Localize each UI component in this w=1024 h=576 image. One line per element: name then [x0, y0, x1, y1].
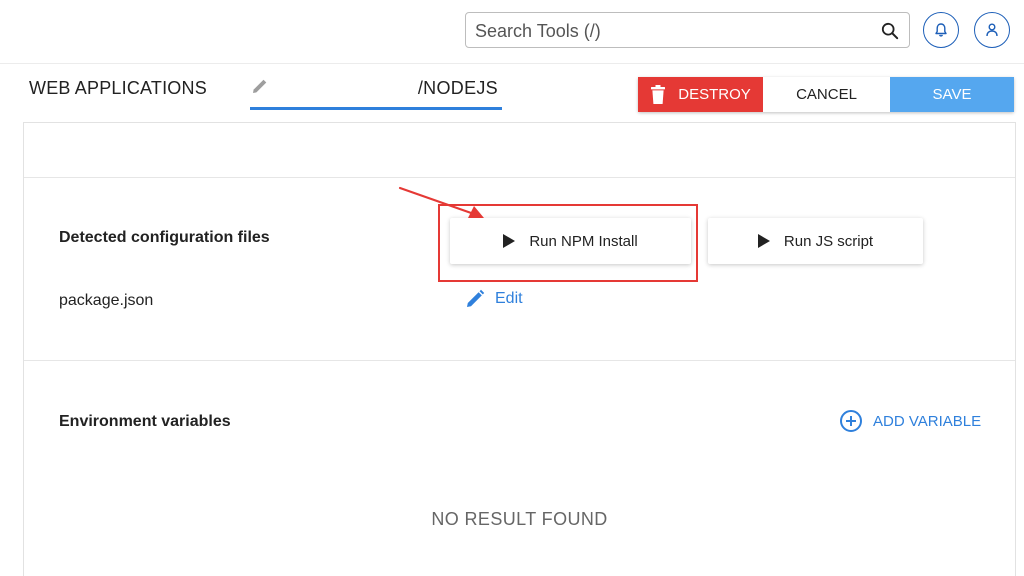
section-title: WEB APPLICATIONS [29, 78, 207, 98]
annotation-arrow [398, 186, 484, 218]
divider [24, 360, 1015, 361]
top-bar [0, 0, 1024, 64]
bell-icon [935, 23, 947, 37]
profile-button[interactable] [974, 12, 1010, 48]
divider [24, 177, 1015, 178]
edit-pencil-icon [467, 289, 485, 307]
destroy-button[interactable]: DESTROY [638, 77, 763, 112]
add-variable-label: ADD VARIABLE [873, 412, 982, 430]
action-button-group: DESTROY CANCEL SAVE [638, 77, 1014, 112]
edit-label: Edit [495, 290, 523, 307]
env-variables-title: Environment variables [59, 413, 231, 430]
search-box[interactable] [465, 12, 910, 48]
play-icon [757, 234, 770, 248]
run-js-label: Run JS script [783, 232, 874, 250]
destroy-label: DESTROY [678, 86, 751, 103]
pencil-icon [253, 79, 267, 93]
trash-icon [651, 84, 666, 104]
config-file-name: package.json [59, 292, 154, 309]
empty-state-message: NO RESULT FOUND [431, 509, 608, 529]
user-icon [986, 23, 998, 37]
config-files-title: Detected configuration files [59, 229, 270, 246]
edit-config-link[interactable]: Edit [465, 289, 523, 309]
app-name: /NODEJS [417, 78, 498, 98]
search-icon[interactable] [881, 22, 899, 40]
cancel-button[interactable]: CANCEL [763, 77, 890, 112]
add-circle-icon [840, 410, 862, 432]
save-button[interactable]: SAVE [890, 77, 1014, 112]
main-panel: Detected configuration files package.jso… [23, 122, 1016, 576]
add-variable-button[interactable]: ADD VARIABLE [839, 409, 981, 433]
search-input[interactable] [475, 19, 875, 43]
run-js-script-button[interactable]: Run JS script [708, 218, 923, 264]
app-name-field[interactable]: /NODEJS [250, 72, 502, 110]
notifications-button[interactable] [923, 12, 959, 48]
